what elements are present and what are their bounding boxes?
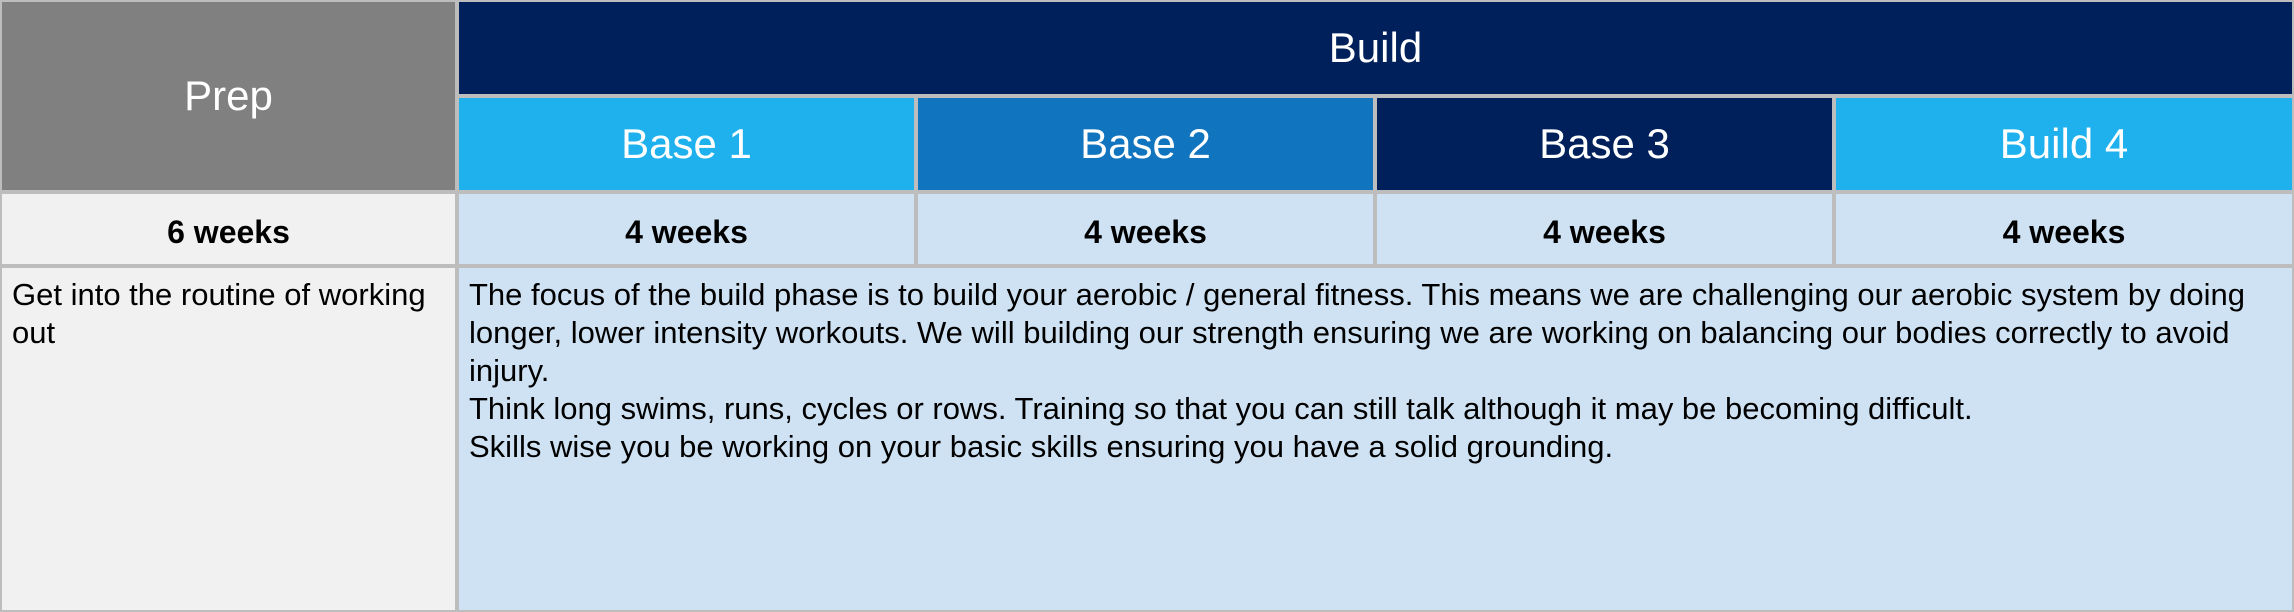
- phase-base-1: Base 1: [457, 96, 916, 192]
- training-plan-table: Prep Build Base 1 Base 2 Base 3 Build 4 …: [0, 0, 2294, 612]
- base-2-duration: 4 weeks: [916, 192, 1375, 266]
- prep-duration: 6 weeks: [0, 192, 457, 266]
- build-4-duration: 4 weeks: [1834, 192, 2294, 266]
- base-3-duration: 4 weeks: [1375, 192, 1834, 266]
- phase-base-2: Base 2: [916, 96, 1375, 192]
- build-header: Build: [457, 0, 2294, 96]
- base-1-duration: 4 weeks: [457, 192, 916, 266]
- phase-build-4: Build 4: [1834, 96, 2294, 192]
- build-description: The focus of the build phase is to build…: [457, 266, 2294, 612]
- phase-base-3: Base 3: [1375, 96, 1834, 192]
- prep-description: Get into the routine of working out: [0, 266, 457, 612]
- prep-header: Prep: [0, 0, 457, 192]
